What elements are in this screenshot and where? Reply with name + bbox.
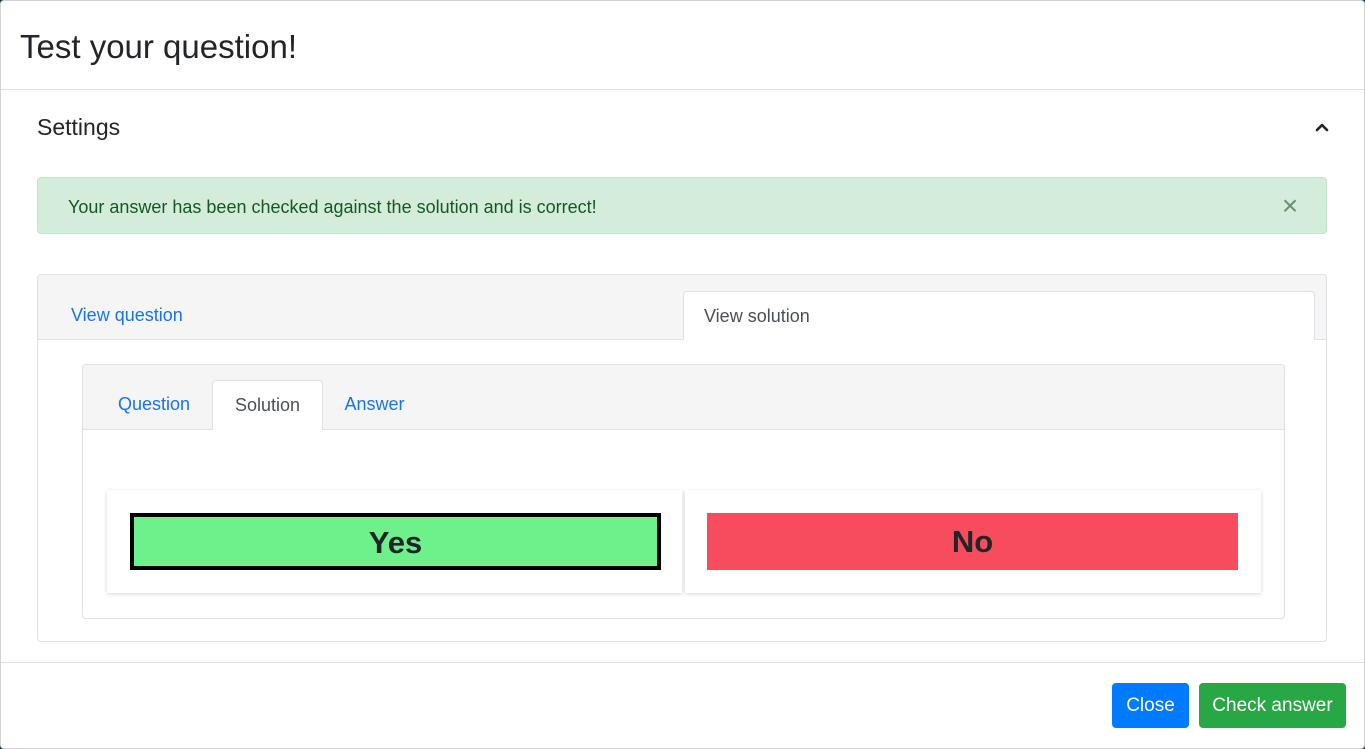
tab-view-question[interactable]: View question xyxy=(71,291,183,339)
outer-tab-bar: View question View solution xyxy=(38,275,1326,340)
modal-header: Test your question! xyxy=(1,1,1364,90)
alert-message: Your answer has been checked against the… xyxy=(68,197,597,217)
option-no[interactable]: No xyxy=(707,513,1238,570)
tab-question[interactable]: Question xyxy=(95,380,213,429)
question-view-card: View question View solution Question Sol… xyxy=(37,274,1327,642)
option-cell-yes: Yes xyxy=(107,490,682,593)
success-alert: Your answer has been checked against the… xyxy=(37,177,1327,234)
inner-tab-bar: Question Solution Answer xyxy=(83,365,1284,430)
tab-solution[interactable]: Solution xyxy=(212,380,323,430)
close-button[interactable]: Close xyxy=(1112,683,1189,728)
solution-card: Question Solution Answer Yes No xyxy=(82,364,1285,619)
modal-title: Test your question! xyxy=(20,28,297,65)
chevron-up-icon xyxy=(1315,123,1329,132)
tab-answer[interactable]: Answer xyxy=(323,380,426,429)
alert-close-button[interactable]: × xyxy=(1278,192,1302,220)
test-question-modal: Test your question! Settings Your answer… xyxy=(0,0,1365,749)
option-cell-no: No xyxy=(685,490,1261,593)
settings-collapse-toggle[interactable] xyxy=(1309,115,1335,139)
modal-footer: Close Check answer xyxy=(1,662,1364,748)
option-yes[interactable]: Yes xyxy=(130,513,661,570)
tab-view-solution[interactable]: View solution xyxy=(683,291,1315,340)
answer-options: Yes No xyxy=(107,490,1261,593)
settings-heading: Settings xyxy=(37,114,121,140)
check-answer-button[interactable]: Check answer xyxy=(1199,683,1346,728)
